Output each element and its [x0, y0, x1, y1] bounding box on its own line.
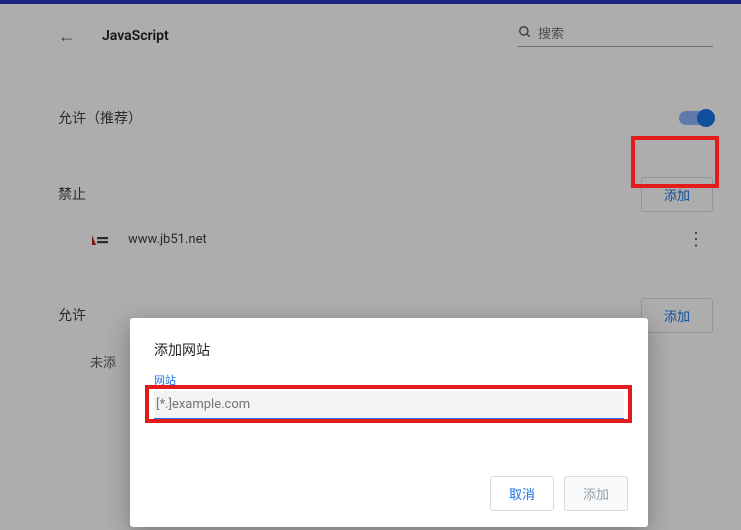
- dialog-title: 添加网站: [154, 340, 624, 360]
- dialog-actions: 取消 添加: [490, 476, 628, 511]
- cancel-button[interactable]: 取消: [490, 476, 554, 511]
- add-site-dialog: 添加网站 网站 取消 添加: [130, 318, 648, 527]
- confirm-add-button[interactable]: 添加: [564, 476, 628, 511]
- site-field-label: 网站: [154, 372, 624, 388]
- site-url-input[interactable]: [154, 391, 624, 420]
